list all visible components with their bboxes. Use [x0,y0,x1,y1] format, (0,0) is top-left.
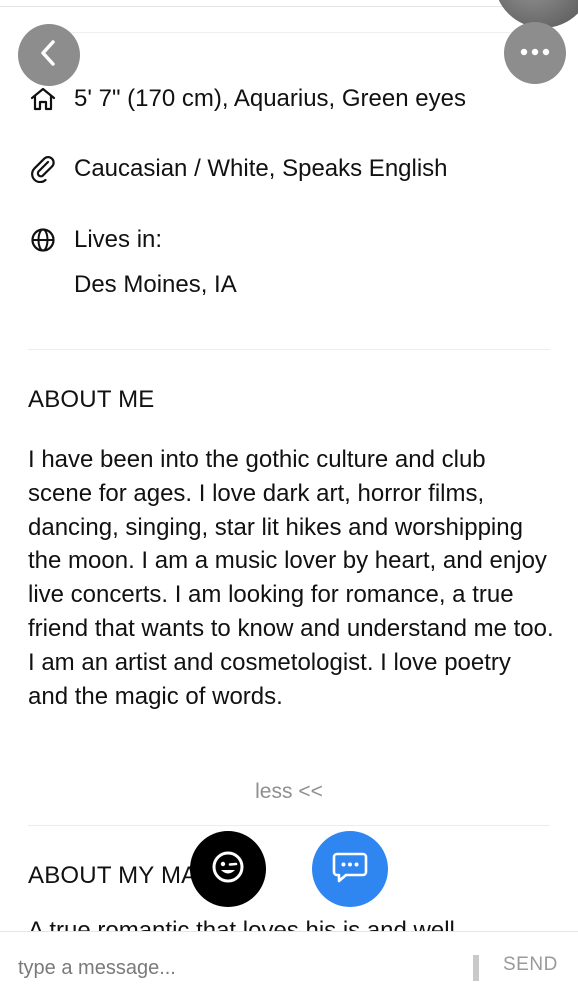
chevron-left-icon [36,38,62,73]
about-me-text: I have been into the gothic culture and … [28,446,554,710]
back-button[interactable] [18,24,80,86]
height-sign-eyes-row: 5' 7" (170 cm), Aquarius, Green eyes [28,84,466,114]
lives-in-value: Des Moines, IA [74,271,237,298]
message-input[interactable] [16,950,460,986]
chat-bubble-icon [331,849,369,890]
about-me-title: ABOUT ME [28,386,155,413]
lives-in-row: Lives in: [28,225,162,255]
home-icon [28,84,58,114]
message-compose-bar: SEND [0,931,578,1000]
emoji-button[interactable] [190,831,266,907]
more-dots-icon [518,44,552,62]
about-my-match-text: A true romantic that loves his is and we… [28,917,455,932]
lives-in-label: Lives in: [74,226,163,253]
send-button[interactable]: SEND [503,954,558,976]
input-separator [473,955,479,981]
section-divider [28,349,550,350]
ethnicity-language-text: Caucasian / White, Speaks English [74,155,448,182]
height-sign-eyes-text: 5' 7" (170 cm), Aquarius, Green eyes [74,85,466,112]
globe-icon [28,225,58,255]
chat-button[interactable] [312,831,388,907]
top-divider [0,6,578,7]
ethnicity-language-row: Caucasian / White, Speaks English [28,154,448,184]
paperclip-icon [28,154,58,184]
section-divider [28,825,550,826]
about-my-match-title: ABOUT MY MA [28,862,198,889]
show-less-link[interactable]: less << [0,780,578,804]
header-divider [28,32,550,33]
emoji-wink-icon [210,849,246,890]
profile-page: 5' 7" (170 cm), Aquarius, Green eyes Cau… [0,0,578,1000]
more-options-button[interactable] [504,22,566,84]
